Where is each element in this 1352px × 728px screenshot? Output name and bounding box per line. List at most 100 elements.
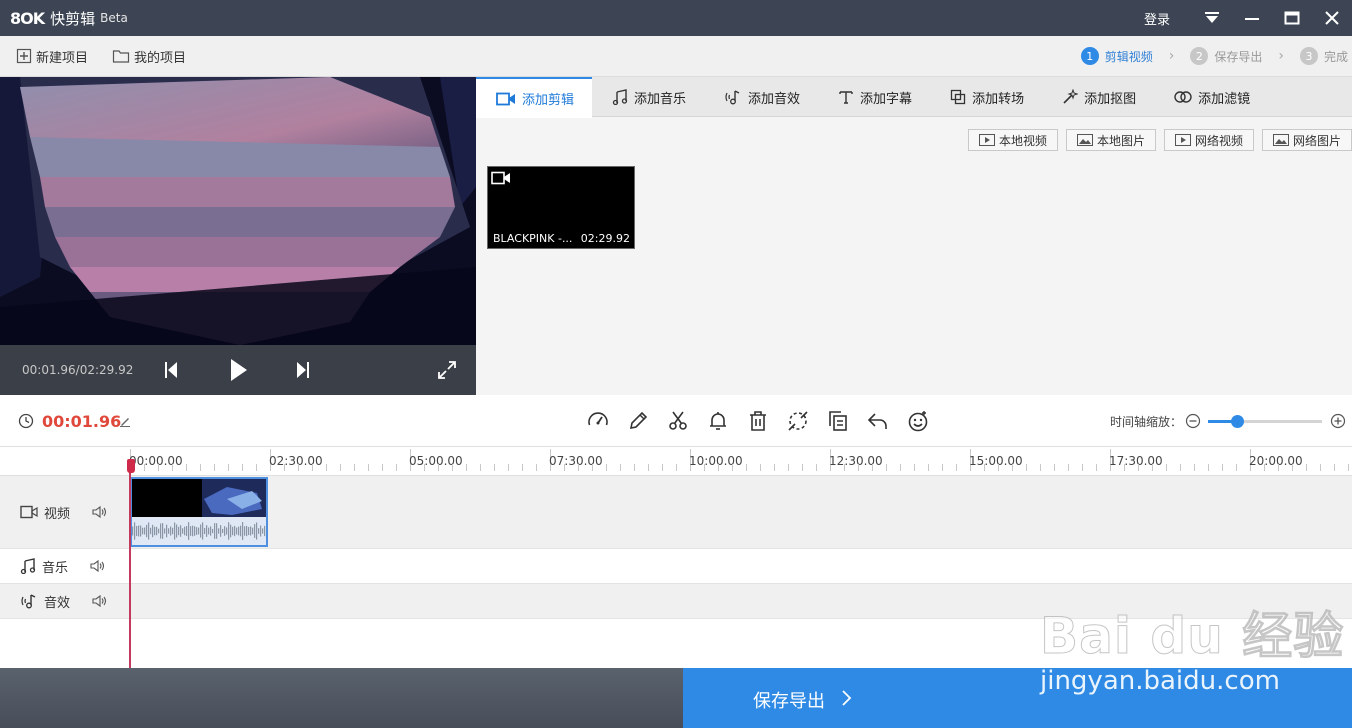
step-done: 3 完成 [1299, 47, 1348, 65]
copy-icon[interactable] [818, 408, 858, 434]
ruler-minor-tick [844, 464, 845, 471]
source-label: 本地视频 [998, 133, 1047, 148]
waveform-bar [188, 522, 190, 540]
track-header: 音效 [0, 584, 130, 618]
video-frame[interactable] [0, 77, 476, 345]
bell-icon[interactable] [698, 408, 738, 434]
video-track: 视频 [0, 476, 1352, 549]
waveform-bar [170, 526, 172, 536]
new-project-button[interactable]: 新建项目 [16, 47, 88, 66]
zoom-out-icon[interactable] [1185, 413, 1201, 429]
minimize-icon[interactable] [1232, 0, 1272, 36]
ruler-minor-tick [606, 464, 607, 471]
ruler-minor-tick [186, 464, 187, 471]
source-buttons: 本地视频 本地图片 网络视频 网络图片 [960, 129, 1352, 151]
login-button[interactable]: 登录 [1144, 9, 1170, 28]
menu-bar: 新建项目 我的项目 1 剪辑视频 › 2 保存导出 › 3 完成 [0, 36, 1352, 77]
waveform-bar [246, 525, 248, 537]
ruler-tick-label: 10:00.00 [689, 454, 743, 468]
video-clip[interactable] [130, 477, 268, 547]
my-projects-button[interactable]: 我的项目 [112, 47, 186, 66]
local-image-button[interactable]: 本地图片 [1065, 129, 1156, 151]
delete-icon[interactable] [738, 408, 778, 434]
ruler-minor-tick [732, 464, 733, 471]
image-file-icon [1076, 134, 1093, 146]
waveform-bar [196, 527, 198, 535]
ruler-minor-tick [914, 464, 915, 471]
timeline-ruler[interactable]: 00:00.00 02:30.00 05:00.00 07:30.00 10:00.00… [0, 447, 1352, 476]
tab-add-subtitle[interactable]: 添加字幕 [818, 77, 930, 117]
playhead-line[interactable] [129, 459, 131, 668]
ruler-minor-tick [858, 464, 859, 471]
next-frame-icon[interactable] [296, 361, 310, 379]
speed-icon[interactable] [578, 408, 618, 434]
tab-label: 添加字幕 [860, 91, 913, 107]
tab-label: 添加音效 [748, 91, 801, 107]
online-image-button[interactable]: 网络图片 [1261, 129, 1352, 151]
waveform-bar [258, 528, 260, 534]
play-icon[interactable] [230, 358, 248, 382]
ruler-minor-tick [1194, 464, 1195, 471]
step-number: 3 [1299, 47, 1318, 65]
waveform-bar [174, 522, 176, 540]
zoom-slider[interactable] [1208, 415, 1322, 428]
dropdown-icon[interactable] [1192, 0, 1232, 36]
maximize-icon[interactable] [1272, 0, 1312, 36]
ruler-tick-label: 12:30.00 [829, 454, 883, 468]
step-label: 完成 [1323, 49, 1348, 64]
volume-icon[interactable] [92, 505, 108, 519]
sound-effect-icon [725, 90, 740, 105]
previous-frame-icon[interactable] [164, 361, 178, 379]
ruler-minor-tick [1334, 464, 1335, 471]
playhead-handle[interactable] [127, 459, 135, 473]
waveform-bar [144, 527, 146, 535]
edit-time-icon[interactable] [119, 415, 131, 427]
waveform-bar [140, 525, 142, 537]
tool-icons [578, 408, 938, 434]
ruler-minor-tick [466, 464, 467, 471]
edit-toolbar: 00:01.96 时间轴缩放： [0, 395, 1352, 447]
transition-icon [950, 89, 966, 105]
waveform-bar [136, 525, 138, 537]
crop-icon[interactable] [778, 408, 818, 434]
waveform-bar [242, 522, 244, 540]
zoom-in-icon[interactable] [1330, 413, 1346, 429]
save-export-button[interactable]: 保存导出 [683, 668, 1352, 728]
ruler-minor-tick [1208, 464, 1209, 471]
step-label: 保存导出 [1214, 49, 1263, 64]
waveform-bar [184, 526, 186, 536]
tab-add-filter[interactable]: 添加滤镜 [1154, 77, 1268, 117]
waveform-bar [218, 528, 220, 534]
online-video-button[interactable]: 网络视频 [1163, 129, 1254, 151]
ruler-minor-tick [382, 464, 383, 471]
volume-icon[interactable] [90, 559, 106, 573]
waveform-bar [238, 526, 240, 536]
volume-icon[interactable] [92, 594, 108, 608]
local-video-button[interactable]: 本地视频 [967, 129, 1058, 151]
sound-effect-track: 音效 [0, 584, 1352, 619]
step-number: 2 [1190, 47, 1209, 65]
zoom-slider-knob[interactable] [1231, 415, 1244, 428]
close-icon[interactable] [1312, 0, 1352, 36]
undo-icon[interactable] [858, 408, 898, 434]
edit-icon[interactable] [618, 408, 658, 434]
tab-add-transition[interactable]: 添加转场 [930, 77, 1042, 117]
media-name: BLACKPINK -... [493, 232, 573, 245]
waveform-bar [186, 526, 188, 536]
media-item[interactable]: BLACKPINK -... 02:29.92 [487, 166, 635, 249]
tab-add-clip[interactable]: 添加剪辑 [476, 77, 593, 118]
fullscreen-icon[interactable] [438, 361, 456, 379]
empty-track-area [0, 619, 1352, 668]
tab-add-cutout[interactable]: 添加抠图 [1042, 77, 1154, 117]
track-header: 视频 [0, 476, 130, 548]
waveform-bar [260, 525, 262, 537]
tab-add-sound-effect[interactable]: 添加音效 [704, 77, 818, 117]
waveform-bar [204, 527, 206, 535]
ruler-minor-tick [242, 464, 243, 471]
step-label: 剪辑视频 [1104, 49, 1153, 64]
emoji-icon[interactable] [898, 408, 938, 434]
tab-add-music[interactable]: 添加音乐 [592, 77, 704, 117]
ruler-minor-tick [158, 464, 159, 471]
text-icon [839, 91, 853, 104]
cut-icon[interactable] [658, 408, 698, 434]
